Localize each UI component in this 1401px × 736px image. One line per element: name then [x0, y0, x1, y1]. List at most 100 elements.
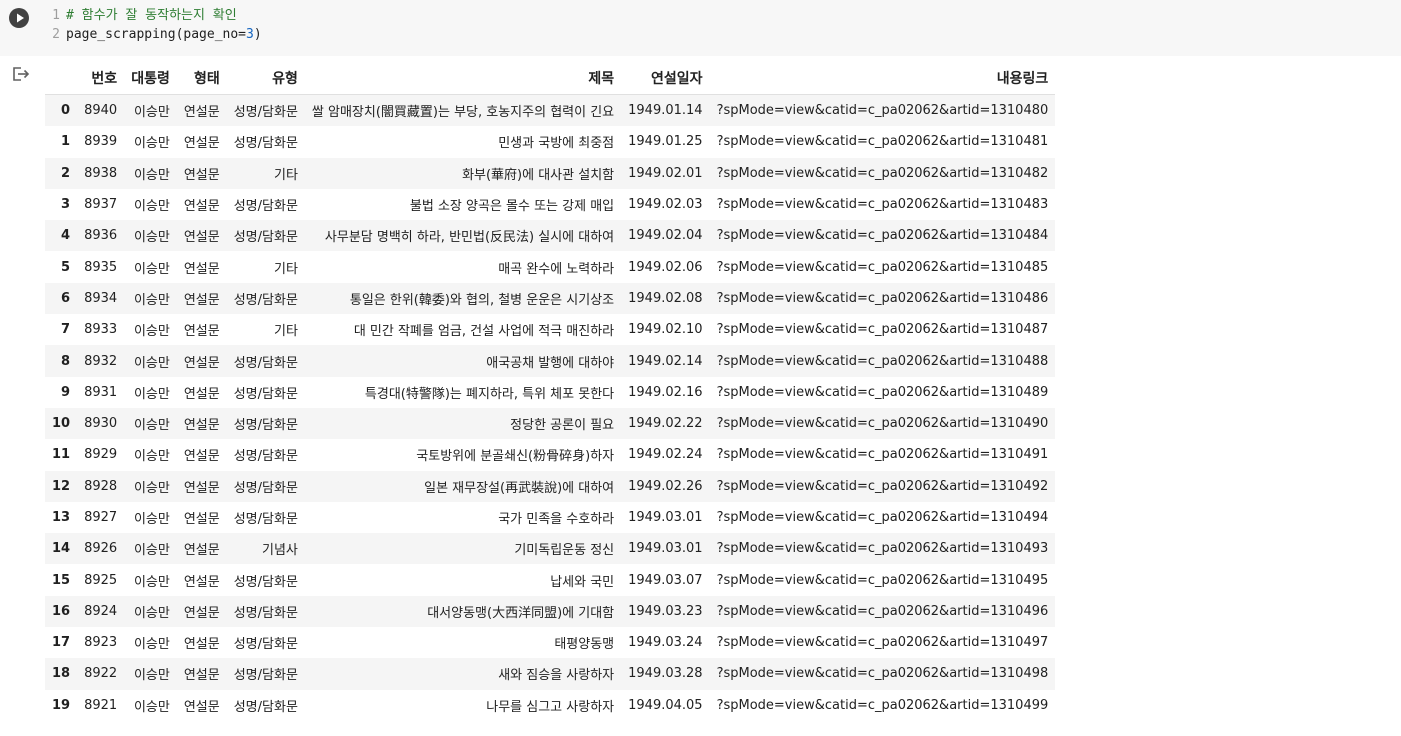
president-cell: 이승만 [124, 595, 177, 628]
link-cell: ?spMode=view&catid=c_pa02062&artid=13104… [709, 689, 1056, 721]
form-cell: 연설문 [176, 314, 227, 346]
code-text: ) [253, 27, 262, 42]
link-cell: ?spMode=view&catid=c_pa02062&artid=13104… [709, 439, 1056, 471]
row-index: 1 [45, 126, 78, 158]
table-row: 18 8922 이승만 연설문 성명/담화문 새와 짐승을 사랑하자 1949.03.28?… [45, 658, 1056, 690]
link-cell: ?spMode=view&catid=c_pa02062&artid=13104… [709, 345, 1056, 377]
run-cell-button[interactable] [9, 8, 29, 28]
row-index: 5 [45, 251, 78, 283]
line-number: 2 [52, 27, 60, 42]
row-index: 4 [45, 220, 78, 252]
type-cell: 성명/담화문 [226, 345, 305, 377]
number-cell: 8930 [77, 407, 125, 440]
link-cell: ?spMode=view&catid=c_pa02062&artid=13104… [709, 564, 1056, 596]
table-row: 0 8940 이승만 연설문 성명/담화문 쌀 암매장치(闇買藏置)는 부당, 호농지주의… [45, 94, 1056, 127]
type-cell: 성명/담화문 [226, 439, 305, 471]
title-cell: 납세와 국민 [304, 564, 622, 596]
form-cell: 연설문 [176, 470, 227, 502]
type-cell: 기념사 [226, 533, 305, 565]
code-editor[interactable]: 1 # 함수가 잘 동작하는지 확인 2 page_scrapping(page_n… [50, 6, 262, 44]
title-cell: 애국공채 발행에 대하야 [304, 345, 622, 377]
title-cell: 화부(華府)에 대사관 설치함 [304, 157, 622, 189]
form-cell: 연설문 [176, 689, 227, 721]
president-cell: 이승만 [124, 658, 177, 690]
number-cell: 8926 [77, 533, 125, 565]
table-row: 14 8926 이승만 연설문 기념사 기미독립운동 정신 1949.03.01 ?spMod… [45, 533, 1056, 565]
date-cell: 1949.03.07 [621, 564, 710, 596]
date-cell: 1949.01.25 [621, 126, 710, 158]
dataframe-output: 번호 대통령 형태 유형 제목 연설일자 내용링크 0 8940 이승만 연설문 성명/… [45, 62, 1056, 721]
code-line-1: 1 # 함수가 잘 동작하는지 확인 [50, 6, 262, 25]
form-cell: 연설문 [176, 345, 227, 377]
number-cell: 8933 [77, 314, 125, 346]
row-index: 15 [45, 564, 78, 596]
row-index: 3 [45, 188, 78, 221]
table-row: 5 8935 이승만 연설문 기타 매곡 완수에 노력하라 1949.02.06 ?spMod… [45, 251, 1056, 283]
date-cell: 1949.02.16 [621, 376, 710, 408]
date-cell: 1949.02.26 [621, 470, 710, 502]
number-cell: 8935 [77, 251, 125, 283]
type-cell: 성명/담화문 [226, 126, 305, 158]
link-cell: ?spMode=view&catid=c_pa02062&artid=13104… [709, 94, 1056, 127]
column-header-number: 번호 [77, 62, 125, 95]
number-cell: 8932 [77, 345, 125, 377]
date-cell: 1949.02.04 [621, 220, 710, 252]
link-cell: ?spMode=view&catid=c_pa02062&artid=13104… [709, 220, 1056, 252]
play-icon [17, 13, 24, 23]
form-cell: 연설문 [176, 533, 227, 565]
table-row: 11 8929 이승만 연설문 성명/담화문 국토방위에 분골쇄신(粉骨碎身)하자 1949… [45, 439, 1056, 471]
column-header-date: 연설일자 [621, 62, 710, 95]
row-index: 18 [45, 658, 78, 690]
date-cell: 1949.02.10 [621, 314, 710, 346]
type-cell: 성명/담화문 [226, 282, 305, 315]
form-cell: 연설문 [176, 157, 227, 189]
row-index: 12 [45, 470, 78, 502]
table-row: 8 8932 이승만 연설문 성명/담화문 애국공채 발행에 대하야 1949.02.14?… [45, 345, 1056, 377]
type-cell: 성명/담화문 [226, 94, 305, 127]
link-cell: ?spMode=view&catid=c_pa02062&artid=13104… [709, 627, 1056, 659]
president-cell: 이승만 [124, 94, 177, 127]
president-cell: 이승만 [124, 689, 177, 721]
president-cell: 이승만 [124, 501, 177, 534]
link-cell: ?spMode=view&catid=c_pa02062&artid=13104… [709, 658, 1056, 690]
president-cell: 이승만 [124, 282, 177, 315]
title-cell: 기미독립운동 정신 [304, 533, 622, 565]
table-row: 7 8933 이승만 연설문 기타 대 민간 작폐를 엄금, 건설 사업에 적극 매진하라… [45, 314, 1056, 346]
title-cell: 불법 소장 양곡은 몰수 또는 강제 매입 [304, 188, 622, 221]
code-cell[interactable]: 1 # 함수가 잘 동작하는지 확인 2 page_scrapping(page_n… [0, 0, 1401, 56]
number-cell: 8928 [77, 470, 125, 502]
number-cell: 8922 [77, 658, 125, 690]
date-cell: 1949.02.01 [621, 157, 710, 189]
title-cell: 국가 민족을 수호하라 [304, 501, 622, 534]
type-cell: 성명/담화문 [226, 689, 305, 721]
table-row: 1 8939 이승만 연설문 성명/담화문 민생과 국방에 최중점 1949.01.25 ?s… [45, 126, 1056, 158]
type-cell: 성명/담화문 [226, 376, 305, 408]
title-cell: 정당한 공론이 필요 [304, 407, 622, 440]
president-cell: 이승만 [124, 439, 177, 471]
table-row: 19 8921 이승만 연설문 성명/담화문 나무를 심그고 사랑하자 1949.04.05… [45, 689, 1056, 721]
president-cell: 이승만 [124, 251, 177, 283]
table-row: 15 8925 이승만 연설문 성명/담화문 납세와 국민 1949.03.07 ?spMod… [45, 564, 1056, 596]
link-cell: ?spMode=view&catid=c_pa02062&artid=13104… [709, 314, 1056, 346]
president-cell: 이승만 [124, 345, 177, 377]
president-cell: 이승만 [124, 376, 177, 408]
type-cell: 성명/담화문 [226, 501, 305, 534]
type-cell: 성명/담화문 [226, 407, 305, 440]
link-cell: ?spMode=view&catid=c_pa02062&artid=13104… [709, 282, 1056, 315]
form-cell: 연설문 [176, 376, 227, 408]
table-row: 10 8930 이승만 연설문 성명/담화문 정당한 공론이 필요 1949.02.22 ?s… [45, 407, 1056, 440]
number-cell: 8936 [77, 220, 125, 252]
code-comment: # 함수가 잘 동작하는지 확인 [66, 8, 237, 23]
form-cell: 연설문 [176, 501, 227, 534]
column-header-form: 형태 [176, 62, 227, 95]
number-cell: 8925 [77, 564, 125, 596]
number-cell: 8938 [77, 157, 125, 189]
column-header-index [45, 62, 78, 95]
table-row: 12 8928 이승만 연설문 성명/담화문 일본 재무장설(再武裝說)에 대하여 1949… [45, 470, 1056, 502]
table-row: 4 8936 이승만 연설문 성명/담화문 사무분담 명백히 하라, 반민법(反民法) 실… [45, 220, 1056, 252]
row-index: 10 [45, 407, 78, 440]
output-redirect-icon[interactable] [12, 66, 30, 82]
link-cell: ?spMode=view&catid=c_pa02062&artid=13104… [709, 376, 1056, 408]
column-header-title: 제목 [304, 62, 622, 95]
table-row: 6 8934 이승만 연설문 성명/담화문 통일은 한위(韓委)와 협의, 철병 운운은 … [45, 282, 1056, 315]
